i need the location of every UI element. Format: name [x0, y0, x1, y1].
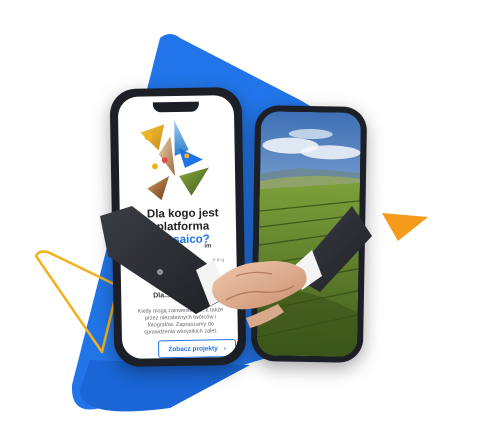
hands-shaking — [212, 261, 307, 310]
hero-illustration: Dla kogo jest platforma Mosaico? im ę e-… — [0, 0, 478, 448]
handshake-illustration — [100, 206, 372, 328]
left-sleeve — [100, 206, 222, 314]
cufflink-icon — [157, 269, 163, 275]
